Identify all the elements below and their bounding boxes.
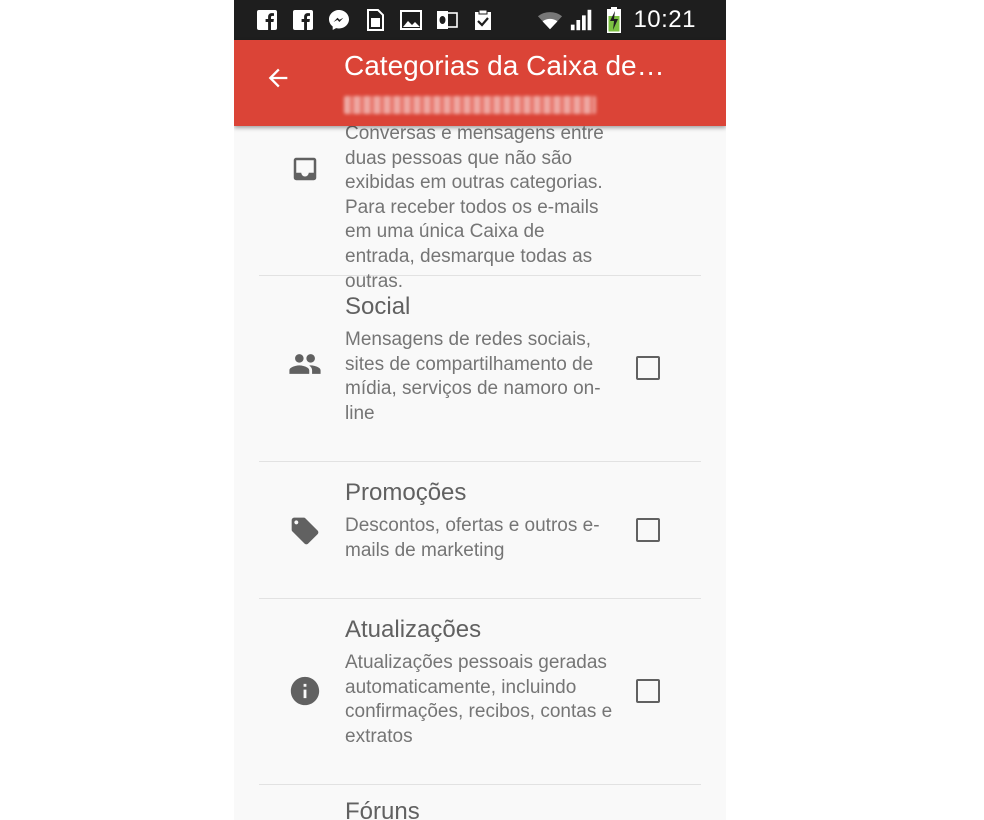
category-name: Social [345, 293, 411, 320]
app-bar: Categorias da Caixa de… [234, 40, 726, 126]
battery-charging-icon [601, 7, 627, 33]
page-title: Categorias da Caixa de… [344, 50, 665, 81]
category-description: Mensagens de redes sociais, sites de com… [345, 329, 601, 424]
people-icon [287, 346, 323, 382]
promotions-checkbox[interactable] [636, 518, 660, 542]
category-name: Fóruns [345, 798, 420, 820]
facebook-icon [290, 7, 316, 33]
status-bar: 10:21 [234, 0, 726, 40]
image-icon [398, 7, 424, 33]
category-description: Conversas e mensagens entre duas pessoas… [345, 123, 604, 292]
category-name: Promoções [345, 479, 467, 506]
category-row-promotions[interactable]: Promoções Descontos, ofertas e outros e-… [259, 462, 701, 599]
category-row-social[interactable]: Social Mensagens de redes sociais, sites… [259, 276, 701, 462]
facebook-icon [254, 7, 280, 33]
notification-icons [254, 7, 496, 33]
clipboard-check-icon [470, 7, 496, 33]
category-description: Atualizações pessoais geradas automatica… [345, 652, 613, 747]
category-row-forums[interactable]: Fóruns [259, 785, 701, 820]
clock: 10:21 [633, 6, 696, 33]
info-icon [287, 673, 323, 709]
outlook-icon [434, 7, 460, 33]
category-name: Atualizações [345, 616, 482, 643]
category-row-updates[interactable]: Atualizações Atualizações pessoais gerad… [259, 599, 701, 785]
updates-checkbox[interactable] [636, 679, 660, 703]
tag-icon [287, 513, 323, 549]
messenger-icon [326, 7, 352, 33]
sim-card-icon [362, 7, 388, 33]
category-list: Conversas e mensagens entre duas pessoas… [234, 123, 726, 820]
category-description: Descontos, ofertas e outros e-mails de m… [345, 515, 600, 561]
account-email-blurred [344, 96, 596, 114]
signal-icon [569, 7, 595, 33]
inbox-icon [287, 151, 323, 187]
arrow-back-icon [268, 68, 288, 88]
system-icons: 10:21 [537, 6, 696, 34]
wifi-icon [537, 7, 563, 33]
social-checkbox[interactable] [636, 356, 660, 380]
category-row-primary[interactable]: Conversas e mensagens entre duas pessoas… [259, 122, 701, 292]
back-button[interactable] [262, 62, 294, 94]
phone-screen: 10:21 Categorias da Caixa de… Conversas … [234, 0, 726, 820]
